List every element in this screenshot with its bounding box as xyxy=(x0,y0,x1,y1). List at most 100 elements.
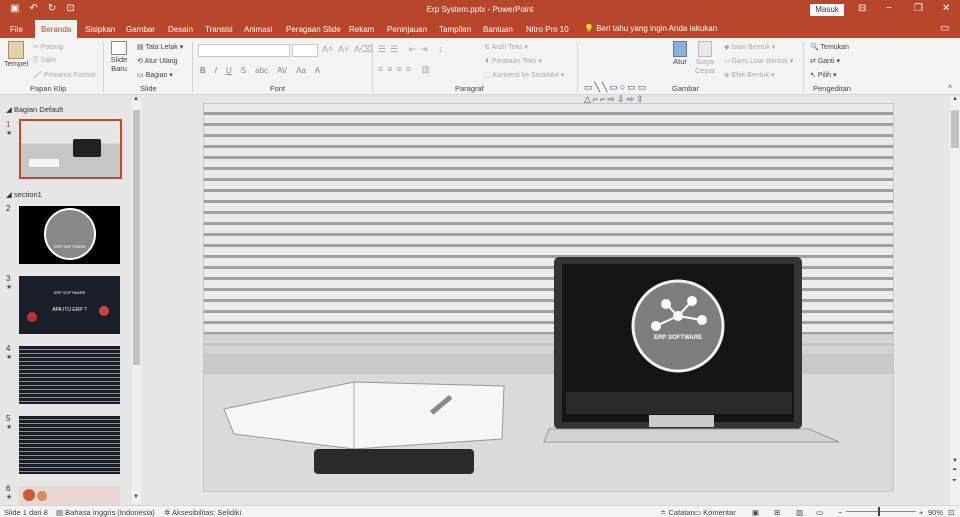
underline-button[interactable]: U xyxy=(226,66,232,75)
reading-view-icon[interactable]: ▥ xyxy=(796,508,803,517)
tab-record[interactable]: Rekam xyxy=(349,25,374,34)
strikethrough-button[interactable]: S xyxy=(241,66,246,75)
close-icon[interactable]: ✕ xyxy=(942,3,950,14)
transition-star-icon: ★ xyxy=(6,424,13,431)
cut-button[interactable]: ✂ Potong xyxy=(33,43,63,51)
italic-button[interactable]: I xyxy=(215,66,217,75)
tab-file[interactable]: File xyxy=(10,25,23,34)
bold-button[interactable]: B xyxy=(200,66,206,75)
notes-button[interactable]: ≐ Catatan xyxy=(660,508,695,517)
tell-me-search[interactable]: 💡 Beri tahu yang ingin Anda lakukan xyxy=(584,24,717,33)
slides-panel-scroll-thumb[interactable] xyxy=(133,110,140,365)
shape-outline-button[interactable]: ▱ Garis Luar Bentuk ▾ xyxy=(724,57,793,65)
font-color-button[interactable]: A xyxy=(315,66,320,75)
tab-review[interactable]: Peninjauan xyxy=(387,25,427,34)
convert-smartart-button[interactable]: ⬚ Konversi ke SmartArt ▾ xyxy=(484,71,564,79)
quick-styles-button[interactable]: Gaya Cepat xyxy=(694,41,716,75)
previous-slide-icon[interactable]: ⏶ xyxy=(952,467,957,474)
language-status[interactable]: ▤ Bahasa Inggris (Indonesia) xyxy=(56,508,155,517)
thumb-laptop xyxy=(73,139,101,157)
slide-scroll-thumb[interactable] xyxy=(951,110,959,148)
tab-insert[interactable]: Sisipkan xyxy=(85,25,115,34)
align-buttons[interactable]: ≡≡≡≡ ▥ xyxy=(378,64,434,75)
list-buttons[interactable]: ☰☰ ⇤⇥ ↕ xyxy=(378,44,447,55)
char-spacing-button[interactable]: AV xyxy=(277,66,287,75)
find-button[interactable]: 🔍 Temukan xyxy=(810,43,849,51)
tab-design[interactable]: Desain xyxy=(168,25,193,34)
zoom-level[interactable]: 90% xyxy=(928,508,943,517)
clear-format-icon[interactable]: A⌫ xyxy=(354,44,373,55)
scroll-down-icon[interactable]: ▼ xyxy=(133,494,139,500)
format-painter-button[interactable]: 🖌 Pewarna Format xyxy=(33,71,96,79)
slideshow-view-icon[interactable]: ▭ xyxy=(816,508,823,517)
slide-image: ERP SOFTWARE xyxy=(204,104,893,491)
scroll-up-icon[interactable]: ▲ xyxy=(133,96,139,102)
slide-scrollbar[interactable]: ▲ ▼ ⏶ ⏷ xyxy=(950,96,960,505)
new-slide-button[interactable]: Slide Baru xyxy=(107,41,131,73)
sign-in-button[interactable]: Masuk xyxy=(810,4,844,16)
ribbon-display-options-icon[interactable]: ⊟ xyxy=(858,3,866,14)
tab-help[interactable]: Bantuan xyxy=(483,25,513,34)
tab-nitro[interactable]: Nitro Pro 10 xyxy=(526,25,569,34)
font-name-input[interactable] xyxy=(198,44,290,57)
thumb-dot xyxy=(37,491,47,501)
arrange-icon xyxy=(673,41,687,57)
comments-button[interactable]: ▭ Komentar xyxy=(694,508,736,517)
zoom-slider[interactable] xyxy=(846,507,916,516)
next-slide-icon[interactable]: ⏷ xyxy=(952,478,957,485)
scroll-down-icon[interactable]: ▼ xyxy=(952,458,958,464)
slide-thumbnail[interactable] xyxy=(19,486,120,506)
zoom-in-icon[interactable]: + xyxy=(919,508,923,517)
slide-thumbnail[interactable]: ERP SOFTWARE xyxy=(19,206,120,264)
clipboard-icon xyxy=(8,41,24,59)
fit-slide-icon[interactable]: ⊡ xyxy=(948,508,954,517)
thumb-dot xyxy=(23,489,35,501)
tab-slideshow[interactable]: Peragaan Slide xyxy=(286,25,341,34)
paragraph-group-label: Paragraf xyxy=(455,84,484,93)
slides-group-label: Slide xyxy=(140,84,157,93)
layout-button[interactable]: ▤ Tata Letak ▾ xyxy=(137,43,183,51)
align-text-button[interactable]: ⬍ Perataan Teks ▾ xyxy=(484,57,542,65)
tab-draw[interactable]: Gambar xyxy=(126,25,155,34)
minimize-icon[interactable]: − xyxy=(886,3,892,14)
slide-thumbnail[interactable] xyxy=(19,416,120,474)
slide-thumbnail[interactable] xyxy=(19,119,122,179)
decrease-font-icon[interactable]: A˅ xyxy=(338,44,349,54)
zoom-slider-knob[interactable] xyxy=(877,507,880,516)
tab-home[interactable]: Beranda xyxy=(35,20,78,38)
normal-view-icon[interactable]: ▣ xyxy=(752,508,759,517)
collapse-ribbon-icon[interactable]: ˄ xyxy=(948,84,952,91)
tab-animations[interactable]: Animasi xyxy=(244,25,272,34)
tab-transitions[interactable]: Transisi xyxy=(205,25,233,34)
copy-button[interactable]: ⎘ Salin xyxy=(33,57,56,65)
font-size-input[interactable] xyxy=(292,44,318,57)
text-direction-button[interactable]: ⇅ Arah Teks ▾ xyxy=(484,43,528,51)
maximize-icon[interactable]: ❐ xyxy=(914,3,923,14)
change-case-button[interactable]: Aa xyxy=(296,66,306,75)
accessibility-status[interactable]: ✲ Aksesibilitas: Selidiki xyxy=(164,508,241,517)
section-button[interactable]: ▭ Bagian ▾ xyxy=(137,71,173,79)
zoom-out-icon[interactable]: − xyxy=(838,508,842,517)
section-header[interactable]: ◢ section1 xyxy=(6,190,42,199)
arrange-button[interactable]: Atur xyxy=(670,41,690,66)
tab-view[interactable]: Tampilan xyxy=(439,25,471,34)
section-header[interactable]: ◢ Bagian Default xyxy=(6,105,63,114)
select-button[interactable]: ↖ Pilih ▾ xyxy=(810,71,837,79)
slide-sorter-icon[interactable]: ⊞ xyxy=(774,508,780,517)
replace-button[interactable]: ⇄ Ganti ▾ xyxy=(810,57,840,65)
status-bar: Slide 1 dari 8 ▤ Bahasa Inggris (Indones… xyxy=(0,505,960,517)
shape-fill-button[interactable]: ◆ Isian Bentuk ▾ xyxy=(724,43,775,51)
shape-effects-button[interactable]: ◈ Efek Bentuk ▾ xyxy=(724,71,775,79)
reset-button[interactable]: ⟲ Atur Ulang xyxy=(137,57,178,65)
paste-button[interactable]: Tempel xyxy=(4,41,28,68)
slide-thumbnail[interactable] xyxy=(19,346,120,404)
transition-star-icon: ★ xyxy=(6,284,13,291)
slide-canvas[interactable]: ERP SOFTWARE xyxy=(203,103,894,492)
slide-thumbnail[interactable]: ERP SOFTWARE APA ITU ERP ? xyxy=(19,276,120,334)
increase-font-icon[interactable]: A˄ xyxy=(322,44,333,54)
scroll-up-icon[interactable]: ▲ xyxy=(952,96,958,102)
text-shadow-button[interactable]: abc xyxy=(255,66,268,75)
comments-icon[interactable]: ▭ xyxy=(940,23,949,34)
slide-number: 6 xyxy=(6,484,11,493)
thumb-notebook xyxy=(29,159,59,167)
